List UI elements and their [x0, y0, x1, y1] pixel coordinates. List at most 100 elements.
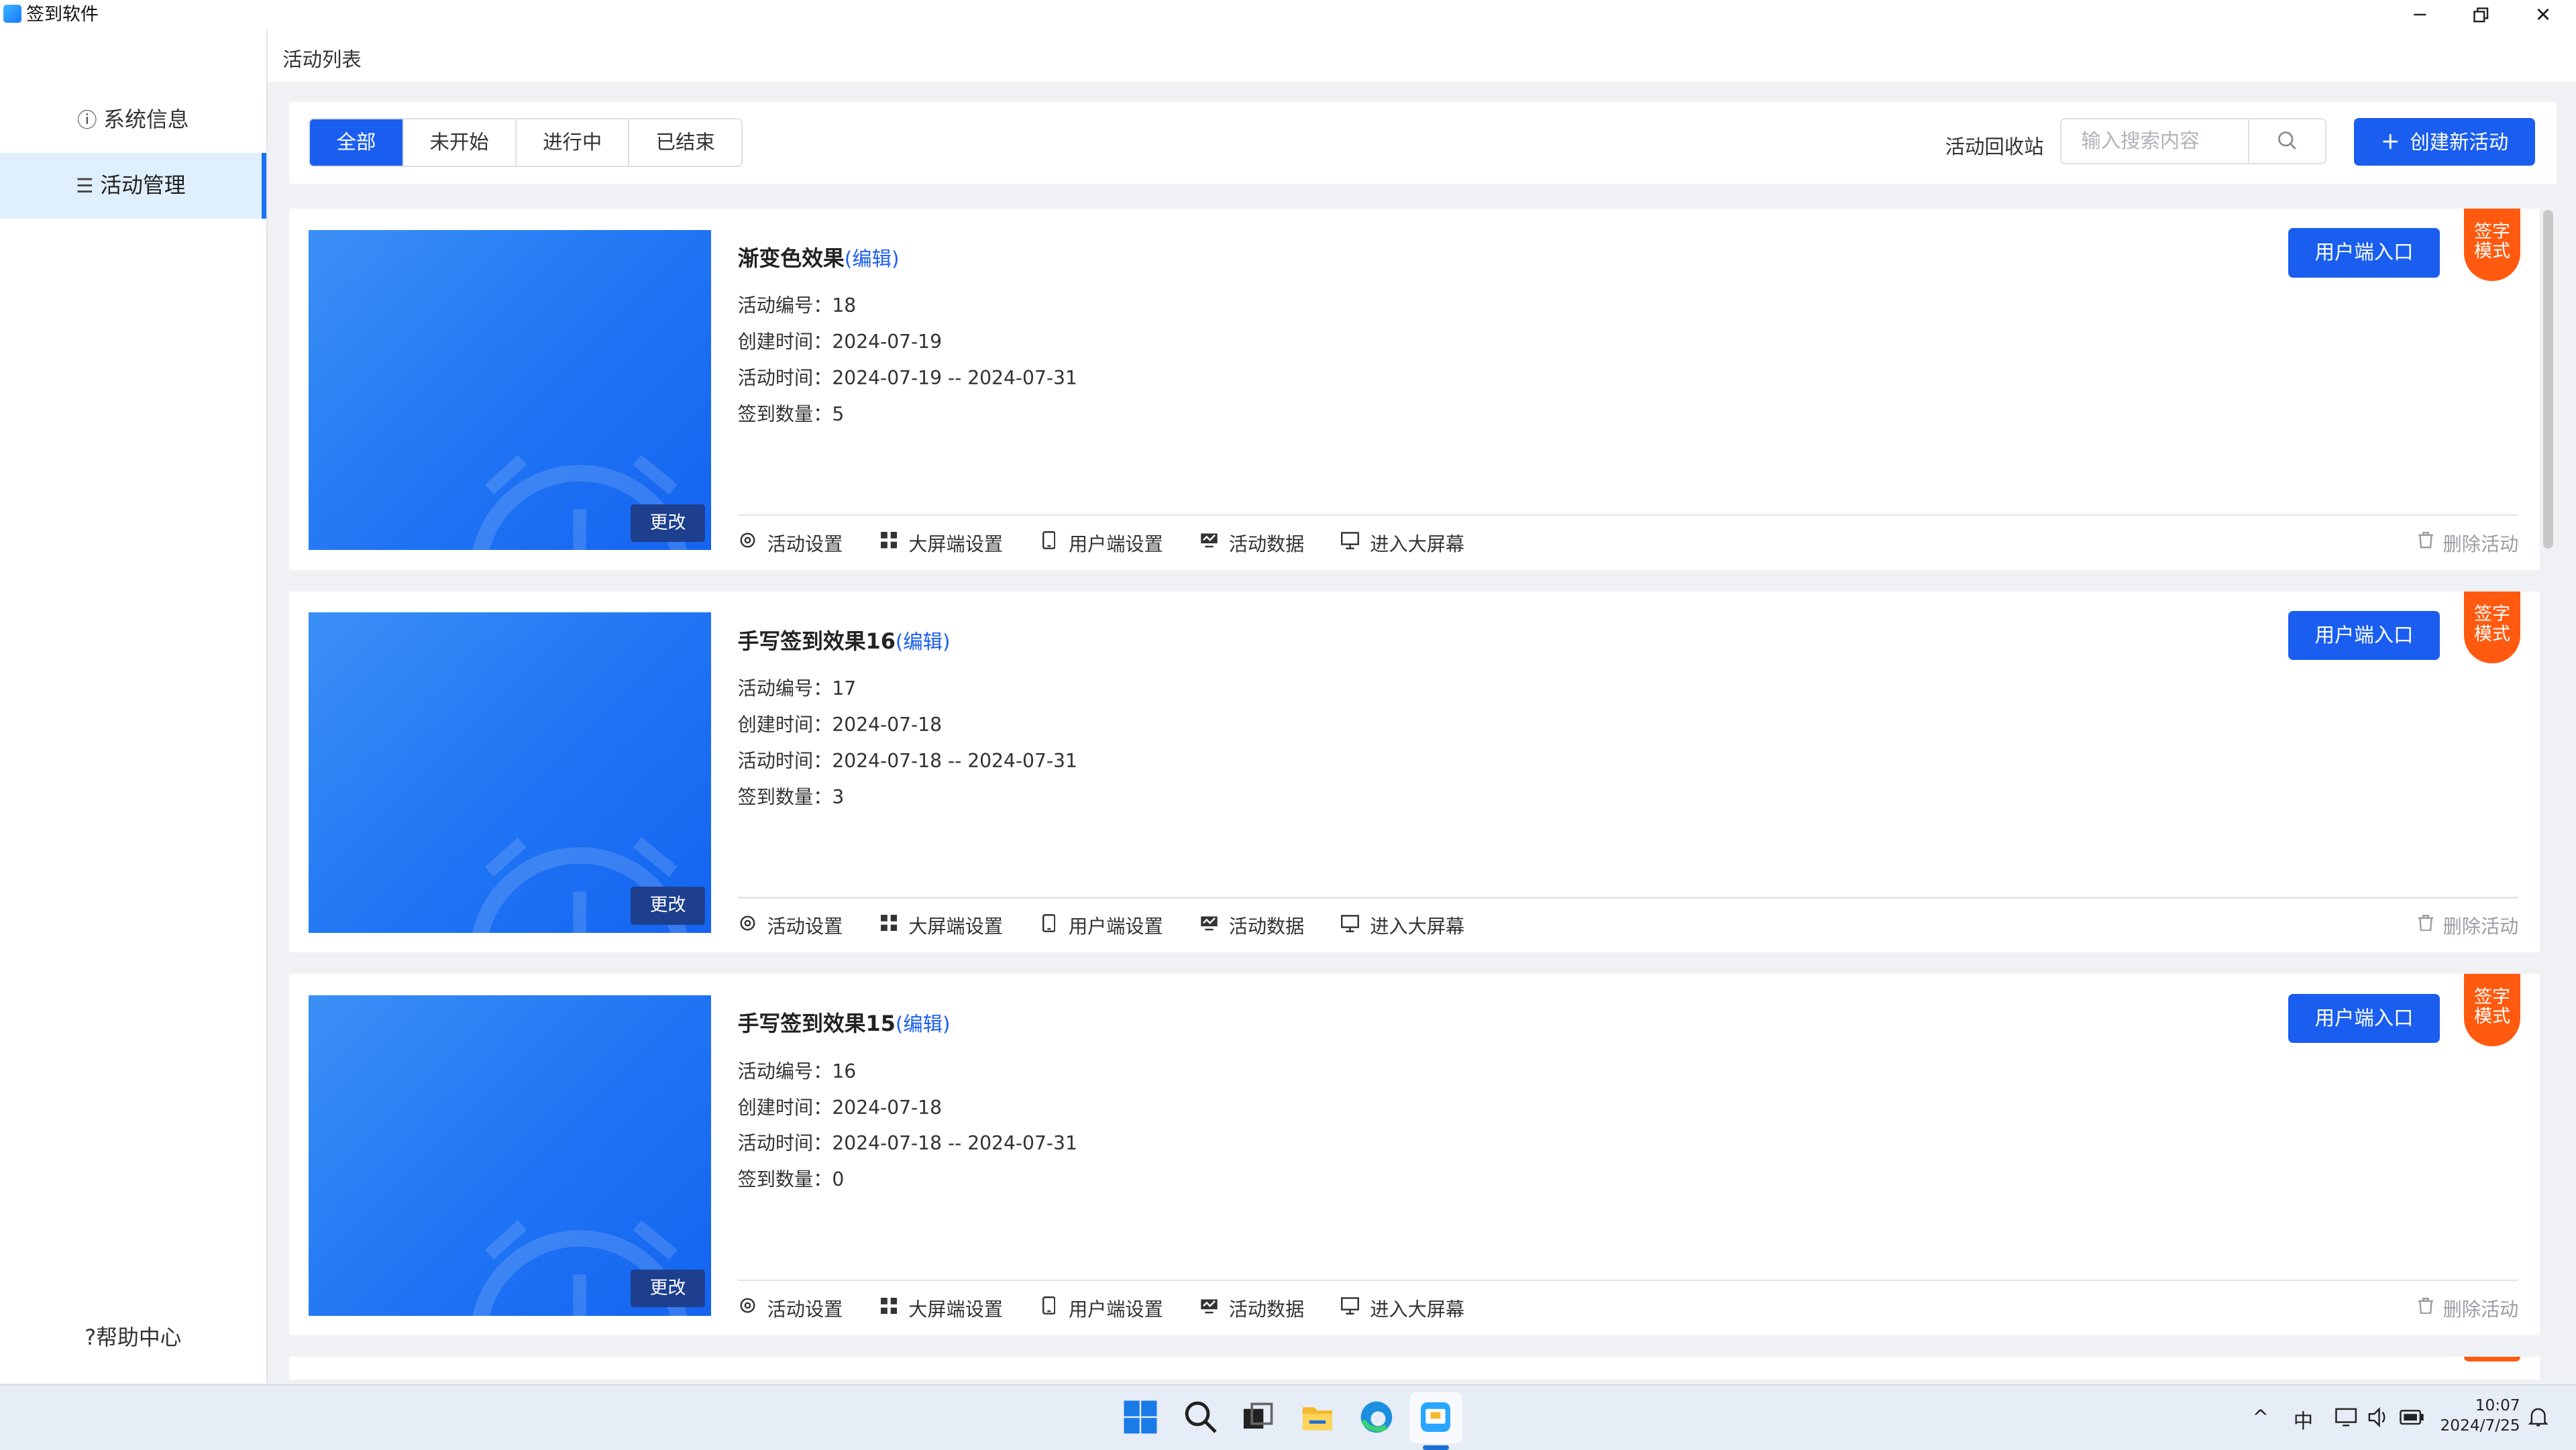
search-input[interactable]: [2061, 119, 2269, 162]
enter-big-screen-link[interactable]: 进入大屏幕: [1340, 911, 1464, 939]
tab-not-started[interactable]: 未开始: [403, 119, 517, 166]
battery-icon[interactable]: [2399, 1406, 2425, 1429]
notification-bell-icon[interactable]: [2528, 1406, 2548, 1429]
system-clock[interactable]: 10:07 2024/7/25: [2438, 1396, 2520, 1435]
action-label: 大屏端设置: [908, 533, 1004, 555]
activity-card: 更改 渐变色效果(编辑) 活动编号：18 创建时间：2024-07-19 活动时间：20…: [289, 209, 2540, 570]
edit-link[interactable]: (编辑): [896, 630, 951, 653]
big-screen-settings-link[interactable]: 大屏端设置: [879, 529, 1003, 557]
activity-period-label: 活动时间：: [737, 749, 833, 772]
change-cover-button[interactable]: 更改: [631, 504, 705, 543]
enter-big-screen-link[interactable]: 进入大屏幕: [1340, 1294, 1464, 1322]
badge-line-2: 模式: [2474, 623, 2510, 645]
activity-period-row: 活动时间：2024-07-18 -- 2024-07-31: [738, 1128, 1077, 1156]
user-entry-button[interactable]: 用户端入口: [2288, 993, 2440, 1044]
activity-id-label: 活动编号：: [737, 294, 833, 317]
activity-count-row: 签到数量：5: [738, 399, 845, 427]
monitor-icon: [1340, 531, 1360, 554]
delete-activity-link[interactable]: 删除活动: [2418, 529, 2518, 557]
active-app-indicator: [1422, 1445, 1449, 1450]
delete-label: 删除活动: [2443, 1298, 2519, 1321]
volume-icon[interactable]: [2366, 1406, 2389, 1429]
minimize-button[interactable]: ─: [2389, 0, 2451, 30]
tab-all[interactable]: 全部: [310, 119, 404, 166]
create-activity-button[interactable]: + 创建新活动: [2354, 118, 2535, 166]
edit-link[interactable]: (编辑): [896, 1013, 951, 1036]
activity-settings-link[interactable]: 活动设置: [738, 529, 843, 557]
task-view-icon[interactable]: [1240, 1399, 1277, 1435]
delete-activity-link[interactable]: 删除活动: [2418, 911, 2518, 939]
activity-created-row: 创建时间：2024-07-19: [738, 327, 942, 354]
breadcrumb-bar: 活动列表: [268, 30, 2576, 82]
big-screen-settings-link[interactable]: 大屏端设置: [879, 1294, 1003, 1322]
search-icon[interactable]: [1183, 1399, 1219, 1435]
sidebar-item-activity-management[interactable]: ☰ 活动管理: [0, 152, 266, 219]
activity-period-row: 活动时间：2024-07-18 -- 2024-07-31: [738, 746, 1077, 773]
sidebar-item-system-info[interactable]: ⓘ 系统信息: [0, 87, 266, 153]
network-icon[interactable]: [2334, 1406, 2357, 1429]
change-cover-button[interactable]: 更改: [631, 1270, 705, 1308]
user-settings-link[interactable]: 用户端设置: [1039, 529, 1163, 557]
activity-period-row: 活动时间：2024-07-19 -- 2024-07-31: [738, 363, 1077, 390]
badge-line-1: 签字: [2474, 986, 2510, 1007]
clock-watermark-icon: [472, 455, 688, 551]
activity-data-link[interactable]: 活动数据: [1199, 529, 1304, 557]
activity-settings-link[interactable]: 活动设置: [738, 911, 843, 939]
activity-settings-link[interactable]: 活动设置: [738, 1294, 843, 1322]
tab-ended[interactable]: 已结束: [629, 119, 741, 166]
tab-in-progress[interactable]: 进行中: [516, 119, 630, 166]
action-label: 活动设置: [767, 533, 843, 555]
action-label: 进入大屏幕: [1370, 915, 1465, 938]
activity-data-link[interactable]: 活动数据: [1199, 911, 1305, 939]
big-screen-settings-link[interactable]: 大屏端设置: [879, 911, 1003, 939]
action-label: 用户端设置: [1068, 533, 1163, 555]
action-label: 活动设置: [767, 915, 843, 938]
card-divider: [737, 514, 2519, 516]
activity-title: 渐变色效果(编辑): [738, 241, 900, 272]
grid-icon: [879, 532, 898, 553]
badge-line-2: 模式: [2474, 1006, 2510, 1027]
sidebar-item-label: 系统信息: [103, 106, 189, 132]
close-button[interactable]: ✕: [2512, 0, 2574, 30]
user-entry-button[interactable]: 用户端入口: [2288, 611, 2440, 661]
user-entry-button[interactable]: 用户端入口: [2288, 228, 2440, 278]
ime-indicator[interactable]: 中: [2294, 1406, 2313, 1434]
recycle-bin-link[interactable]: 活动回收站: [1945, 131, 2044, 160]
action-label: 活动设置: [767, 1298, 843, 1321]
sign-in-app-taskbar-icon[interactable]: [1417, 1399, 1454, 1435]
action-label: 活动数据: [1228, 1298, 1305, 1321]
activity-period-value: 2024-07-18 -- 2024-07-31: [832, 749, 1077, 772]
sidebar: ⓘ 系统信息 ☰ 活动管理 ?帮助中心: [0, 30, 268, 1384]
card-divider: [737, 897, 2519, 899]
search-button[interactable]: [2248, 119, 2325, 162]
action-label: 大屏端设置: [908, 1298, 1004, 1321]
card-actions: 活动设置 大屏端设置 用户端设置 活动数据 进入大屏幕: [738, 911, 1501, 939]
mobile-icon: [1039, 531, 1059, 554]
restore-icon: [2473, 7, 2488, 23]
create-activity-label: 创建新活动: [2410, 131, 2509, 154]
activity-data-link[interactable]: 活动数据: [1199, 1294, 1305, 1322]
edge-browser-icon[interactable]: [1358, 1399, 1395, 1435]
file-explorer-icon[interactable]: [1299, 1399, 1336, 1435]
change-cover-button[interactable]: 更改: [631, 887, 705, 925]
edit-link[interactable]: (编辑): [845, 247, 900, 270]
trash-icon: [2418, 914, 2433, 936]
user-settings-link[interactable]: 用户端设置: [1039, 911, 1163, 939]
scrollbar[interactable]: [2543, 210, 2553, 549]
delete-label: 删除活动: [2443, 533, 2519, 555]
help-center-label: 帮助中心: [96, 1324, 182, 1350]
action-label: 活动数据: [1228, 915, 1305, 938]
delete-activity-link[interactable]: 删除活动: [2418, 1294, 2518, 1322]
chevron-up-icon[interactable]: ^: [2253, 1406, 2269, 1429]
user-settings-link[interactable]: 用户端设置: [1039, 1294, 1163, 1322]
help-center-link[interactable]: ?帮助中心: [0, 1321, 266, 1351]
activity-name: 手写签到效果15: [737, 1011, 896, 1037]
enter-big-screen-link[interactable]: 进入大屏幕: [1340, 529, 1464, 557]
activity-name: 渐变色效果: [737, 245, 845, 271]
windows-start-icon[interactable]: [1122, 1399, 1159, 1435]
activity-created-row: 创建时间：2024-07-18: [738, 710, 942, 737]
grid-icon: [879, 914, 898, 936]
clock-watermark-icon: [472, 1220, 688, 1316]
card-actions: 活动设置 大屏端设置 用户端设置 活动数据 进入大屏幕: [738, 1294, 1501, 1322]
restore-button[interactable]: [2449, 0, 2512, 30]
